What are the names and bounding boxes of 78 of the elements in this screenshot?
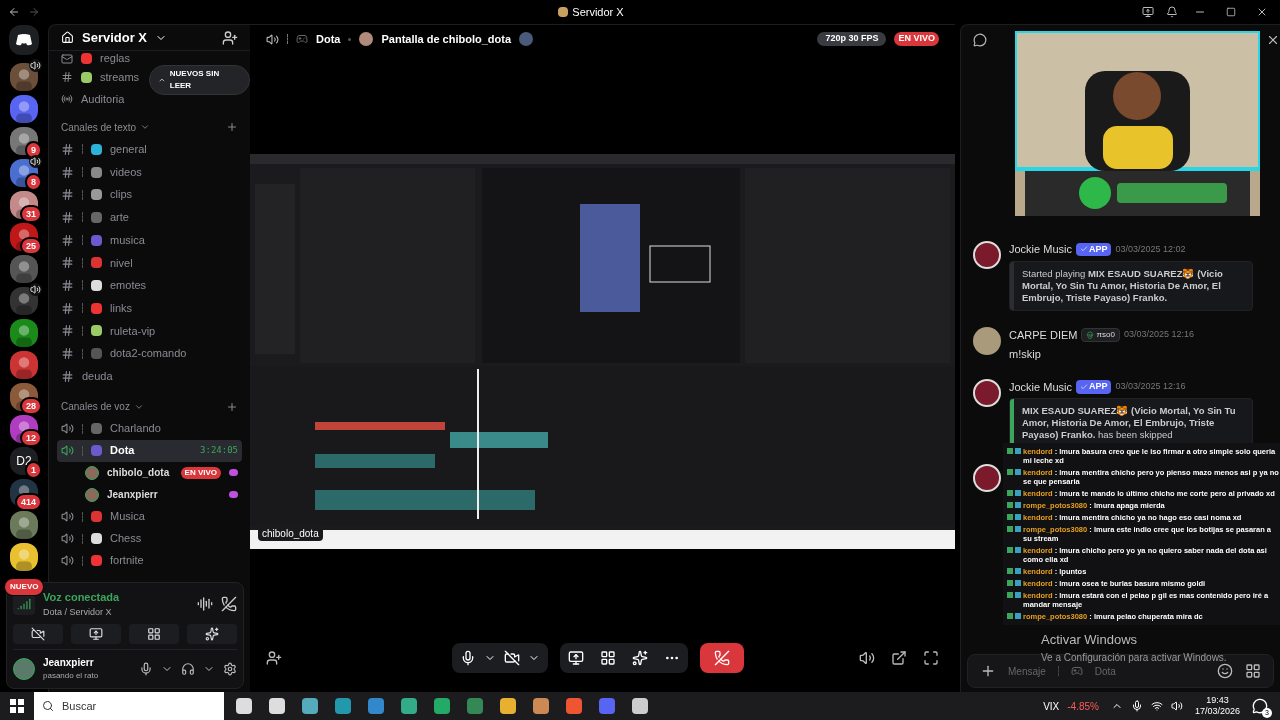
voice-channel-item[interactable]: Dota 3:24:05 [57, 439, 242, 462]
member-name: chibolo_dota [107, 466, 170, 481]
channel-name: Musica [110, 509, 145, 525]
channel-item[interactable]: clips [57, 183, 242, 207]
input-channel: Dota [1094, 664, 1116, 679]
user-status: pasando el rato [43, 670, 99, 682]
voice-channel-item[interactable]: Chess [57, 527, 242, 550]
channel-name: nivel [110, 255, 133, 271]
streamer-name-tag: chibolo_dota [258, 526, 323, 541]
channel-name: arte [110, 210, 129, 226]
channel-name: ruleta-vip [110, 323, 156, 339]
embed-text: MIX ESAUD SUAREZ🐯 (Vicio Mortal, Yo Sin Tu Amor, Historia De Amor, El Embrujo, Triste Payaso) Franko. has been skipped [1021, 404, 1237, 442]
channel-name: links [110, 300, 132, 316]
voice-timer: 3:24:05 [200, 443, 238, 457]
channel-name: Dota [110, 443, 135, 459]
voice-channel-item[interactable]: Charlando [57, 417, 242, 440]
message-time: 03/03/2025 12:16 [1115, 380, 1186, 393]
taskbar-search-field[interactable]: Buscar [34, 692, 224, 720]
live-badge: EN VIVO [180, 466, 221, 479]
app-tag: APP [1075, 380, 1112, 394]
unread-toast[interactable]: NUEVOS SIN LEER [149, 65, 250, 95]
voice-member[interactable]: chibolo_dota EN VIVO [57, 461, 242, 484]
channel-item[interactable]: ruleta-vip [57, 319, 242, 343]
channel-item[interactable]: emotes [57, 274, 242, 297]
message-author: Jockie Music [1009, 242, 1072, 257]
channel-item[interactable]: arte [57, 206, 242, 229]
channel-name: general [110, 142, 147, 158]
channel-name[interactable]: streams [100, 70, 140, 84]
channel-item[interactable]: nivel [57, 251, 242, 275]
clan-tag: πso0 [1081, 327, 1120, 342]
user-name: Jeanxpierr [43, 656, 95, 670]
voice-member[interactable]: Jeanxpierr [57, 483, 242, 506]
clock-time: 19:43 [1206, 695, 1229, 706]
clock-date: 17/03/2026 [1194, 706, 1240, 717]
server-name[interactable]: Servidor X [82, 27, 148, 48]
member-name: Jeanxpierr [107, 488, 158, 503]
unread-badge: 414 [14, 493, 42, 511]
channel-name[interactable]: Auditoria [81, 92, 125, 106]
channel-name: videos [110, 164, 142, 180]
channel-item[interactable]: dota2-comando [57, 342, 242, 365]
stream-channel: Dota [316, 31, 341, 47]
channel-name: clips [110, 187, 132, 203]
channel-item[interactable]: musica [57, 228, 242, 252]
window-title: Servidor X [572, 4, 624, 20]
stream-title: Pantalla de chibolo_dota [381, 31, 512, 47]
channel-name[interactable]: reglas [100, 52, 130, 65]
channel-name: deuda [82, 368, 113, 384]
category-title[interactable]: Canales de texto [61, 119, 137, 135]
message-author: CARPE DIEM [1009, 327, 1078, 343]
channel-item[interactable]: links [57, 296, 242, 320]
message-time: 03/03/2025 12:02 [1115, 242, 1186, 256]
search-placeholder: Buscar [62, 698, 97, 714]
channel-item[interactable]: deuda [57, 364, 242, 388]
channel-name: dota2-comando [110, 346, 187, 362]
voice-status: Voz conectada [43, 590, 120, 605]
channel-name: musica [110, 232, 145, 248]
voice-channel-item[interactable]: fortnite [57, 549, 242, 572]
channel-name: emotes [110, 278, 147, 294]
channel-item[interactable]: general [57, 138, 242, 161]
message-time: 03/03/2025 12:16 [1123, 328, 1194, 341]
voice-location: Dota / Servidor X [43, 605, 113, 619]
app-tag: APP [1075, 242, 1112, 256]
message-text: m!skip [1009, 347, 1042, 362]
activation-text: Ve a Configuración para activar Windows. [1041, 650, 1227, 665]
category-title[interactable]: Canales de voz [61, 399, 130, 415]
message-input[interactable]: Mensaje [1008, 663, 1046, 679]
channel-name: Charlando [110, 421, 161, 437]
message-author: Jockie Music [1009, 379, 1072, 395]
channel-item[interactable]: videos [57, 160, 242, 184]
live-badge: EN VIVO [894, 32, 939, 46]
stock-name: VIX [1043, 699, 1060, 714]
embed-text: Started playing MIX ESAUD SUAREZ🐯 (Vicio Mortal, Yo Sin Tu Amor, Historia De Amor, El Embrujo, Triste Payaso) Franko. [1021, 266, 1224, 305]
channel-name: Chess [110, 531, 142, 547]
quality-badge: 720p 30 FPS [817, 32, 887, 46]
voice-channel-item[interactable]: Musica [57, 505, 242, 528]
channel-name: fortnite [110, 553, 144, 569]
activation-title: Activar Windows [1041, 631, 1139, 649]
stock-change: -4.85% [1067, 699, 1099, 714]
